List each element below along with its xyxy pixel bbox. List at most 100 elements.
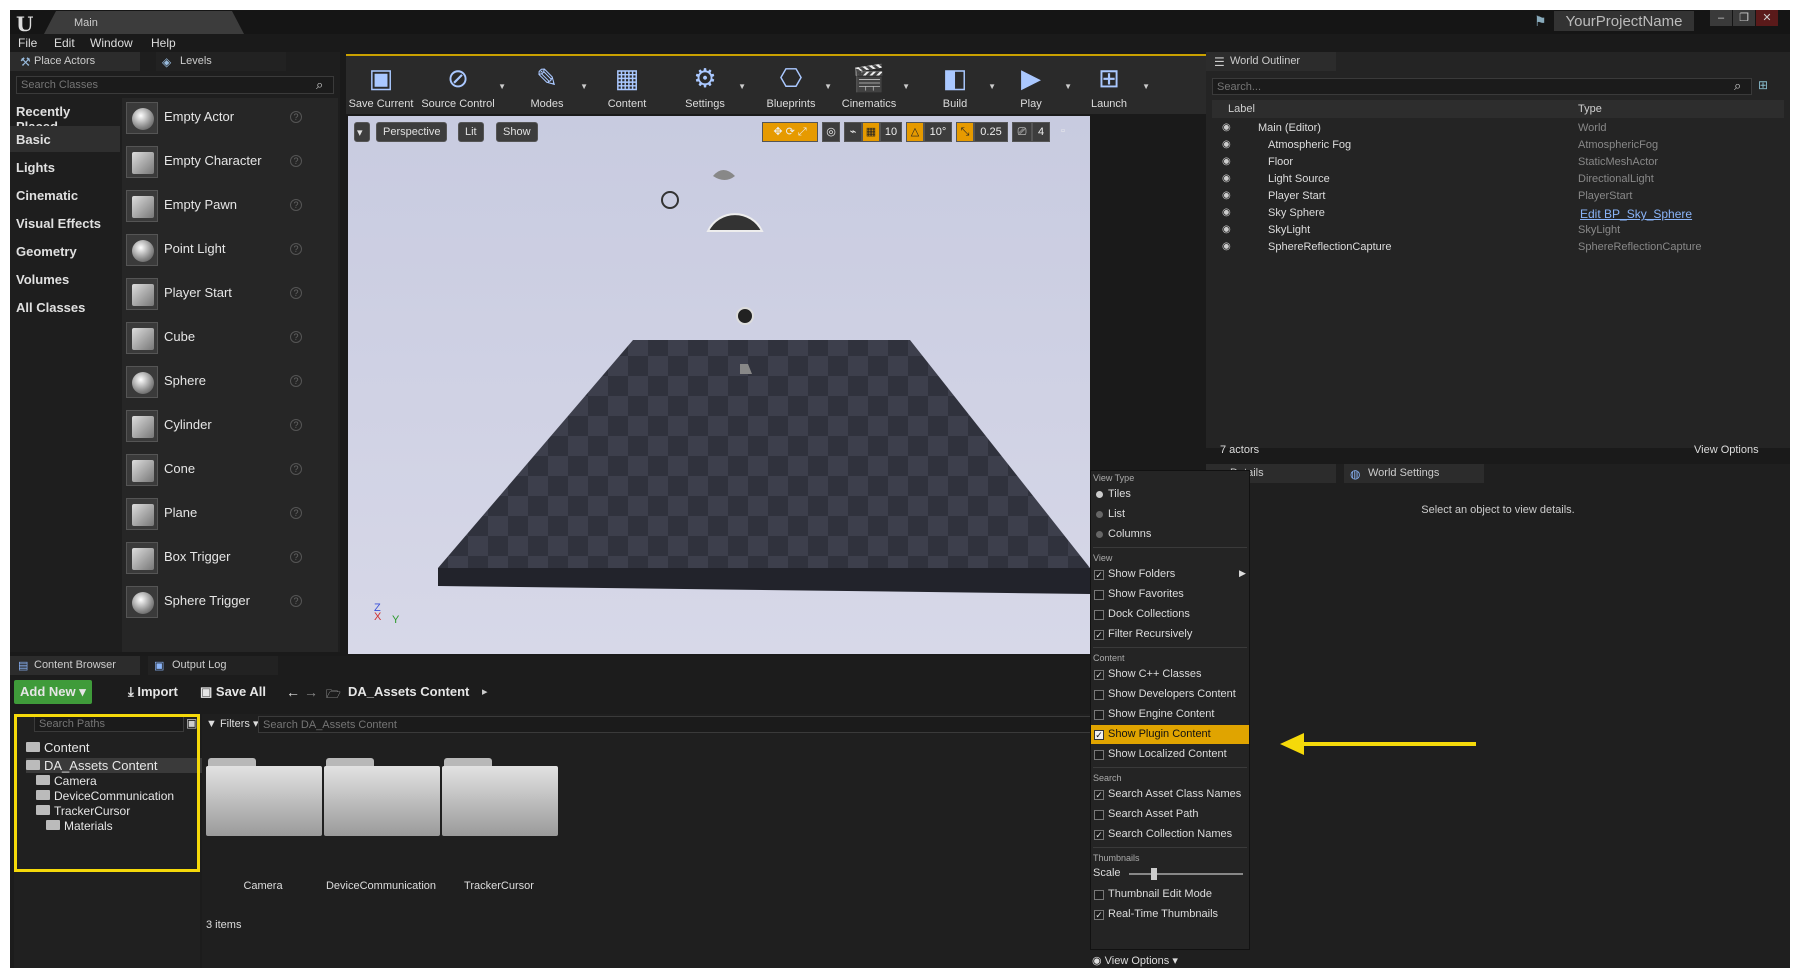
actor-plane[interactable]: Plane?	[122, 494, 307, 532]
grid-snap-icon[interactable]: ▦	[862, 122, 880, 142]
actor-box-trigger[interactable]: Box Trigger?	[122, 538, 307, 576]
actor-player-start[interactable]: Player Start?	[122, 274, 307, 312]
category-lights[interactable]: Lights	[10, 154, 120, 180]
scale-snap-value[interactable]: 0.25	[974, 122, 1008, 142]
search-collection-names-option[interactable]: ✓ Search Collection Names	[1091, 825, 1249, 844]
grid-size-value[interactable]: 10	[880, 122, 902, 142]
outliner-row[interactable]: ◉ Sky Sphere Edit BP_Sky_Sphere	[1212, 205, 1782, 222]
category-all-classes[interactable]: All Classes	[10, 294, 120, 320]
menu-window[interactable]: Window	[90, 36, 133, 50]
dropdown-arrow-icon[interactable]: ▼	[498, 82, 506, 91]
help-icon[interactable]: ?	[290, 463, 302, 475]
actor-cylinder[interactable]: Cylinder?	[122, 406, 307, 444]
feedback-flag-icon[interactable]: ⚑	[1534, 13, 1547, 30]
dropdown-arrow-icon[interactable]: ▼	[1142, 82, 1150, 91]
outliner-row[interactable]: ◉ SphereReflectionCapture SphereReflection…	[1212, 239, 1782, 256]
outliner-row[interactable]: ◉ Main (Editor) World	[1212, 120, 1782, 137]
real-time-thumbnails-option[interactable]: ✓ Real-Time Thumbnails	[1091, 905, 1249, 924]
outliner-row[interactable]: ◉ Light Source DirectionalLight	[1212, 171, 1782, 188]
world-local-icon[interactable]: ◎	[822, 122, 840, 142]
content-view-options-button[interactable]: ◉ View Options ▾	[1092, 954, 1178, 967]
outliner-row[interactable]: ◉ SkyLight SkyLight	[1212, 222, 1782, 239]
visibility-eye-icon[interactable]: ◉	[1222, 122, 1231, 133]
folder-camera[interactable]	[204, 758, 322, 838]
maximize-viewport-icon[interactable]: ▫	[1056, 122, 1070, 142]
visibility-eye-icon[interactable]: ◉	[1222, 241, 1231, 252]
outliner-search-input[interactable]	[1212, 78, 1752, 95]
dropdown-arrow-icon[interactable]: ▼	[988, 82, 996, 91]
transform-tools[interactable]: ✥ ⟳ ⤢	[762, 122, 818, 142]
content-button[interactable]: ▦ Content	[594, 60, 660, 112]
help-icon[interactable]: ?	[290, 375, 302, 387]
actor-cone[interactable]: Cone?	[122, 450, 307, 488]
actor-point-light[interactable]: Point Light?	[122, 230, 307, 268]
surface-snap-icon[interactable]: ⌁	[844, 122, 862, 142]
category-cinematic[interactable]: Cinematic	[10, 182, 120, 208]
dropdown-arrow-icon[interactable]: ▼	[902, 82, 910, 91]
search-classes-input[interactable]	[16, 76, 334, 94]
show-developers-content-option[interactable]: Show Developers Content	[1091, 685, 1249, 704]
category-visual-effects[interactable]: Visual Effects	[10, 210, 120, 236]
play-button[interactable]: ▶ Play ▼	[998, 60, 1072, 112]
perspective-button[interactable]: Perspective	[376, 122, 448, 142]
forward-arrow-icon[interactable]: →	[304, 684, 318, 700]
dock-collections-option[interactable]: Dock Collections	[1091, 605, 1249, 624]
scale-slider-thumb[interactable]	[1150, 868, 1157, 880]
actor-sphere[interactable]: Sphere?	[122, 362, 307, 400]
search-asset-class-names-option[interactable]: ✓ Search Asset Class Names	[1091, 785, 1249, 804]
column-label[interactable]: Label	[1228, 103, 1255, 115]
path-arrow-icon[interactable]: ▸	[482, 685, 488, 698]
visibility-eye-icon[interactable]: ◉	[1222, 190, 1231, 201]
viewport-menu-button[interactable]: ▾	[354, 122, 370, 142]
help-icon[interactable]: ?	[290, 331, 302, 343]
help-icon[interactable]: ?	[290, 419, 302, 431]
dropdown-arrow-icon[interactable]: ▼	[580, 82, 588, 91]
save-all-button[interactable]: ▣ Save All	[194, 680, 272, 704]
show-cpp-classes-option[interactable]: ✓ Show C++ Classes	[1091, 665, 1249, 684]
thumbnail-edit-mode-option[interactable]: Thumbnail Edit Mode	[1091, 885, 1249, 904]
add-filter-icon[interactable]: ⊞	[1758, 78, 1768, 92]
atmospheric-fog-icon[interactable]	[713, 170, 735, 180]
folder-tracker-cursor[interactable]	[440, 758, 558, 838]
show-localized-content-option[interactable]: Show Localized Content	[1091, 745, 1249, 764]
outliner-row[interactable]: ◉ Atmospheric Fog AtmosphericFog	[1212, 137, 1782, 154]
back-arrow-icon[interactable]: ←	[286, 684, 300, 700]
actor-sphere-trigger[interactable]: Sphere Trigger?	[122, 582, 307, 620]
column-type[interactable]: Type	[1578, 103, 1602, 115]
camera-speed-value[interactable]: 4	[1032, 122, 1050, 142]
scale-slider[interactable]	[1129, 868, 1243, 880]
folder-device-communication[interactable]	[322, 758, 440, 838]
settings-button[interactable]: ⚙ Settings ▼	[672, 60, 746, 112]
help-icon[interactable]: ?	[290, 199, 302, 211]
tab-world-outliner[interactable]: World Outliner	[1206, 52, 1336, 71]
sky-sphere-icon[interactable]	[706, 213, 764, 232]
add-new-button[interactable]: Add New ▾	[14, 680, 92, 704]
filters-button[interactable]: ▼ Filters ▾	[206, 717, 258, 730]
actor-empty-pawn[interactable]: Empty Pawn?	[122, 186, 307, 224]
modes-button[interactable]: ✎ Modes ▼	[514, 60, 588, 112]
visibility-eye-icon[interactable]: ◉	[1222, 156, 1231, 167]
category-volumes[interactable]: Volumes	[10, 266, 120, 292]
rotation-snap-icon[interactable]: △	[906, 122, 924, 142]
show-engine-content-option[interactable]: Show Engine Content	[1091, 705, 1249, 724]
visibility-eye-icon[interactable]: ◉	[1222, 207, 1231, 218]
lit-button[interactable]: Lit	[458, 122, 484, 142]
tab-world-settings[interactable]: World Settings	[1344, 464, 1484, 483]
level-viewport[interactable]: ▾ Perspective Lit Show ✥ ⟳ ⤢ ◎ ⌁ ▦ 10 △ …	[348, 116, 1090, 654]
view-type-columns[interactable]: Columns	[1091, 525, 1249, 544]
rotation-snap-value[interactable]: 10°	[924, 122, 952, 142]
help-icon[interactable]: ?	[290, 111, 302, 123]
search-asset-path-option[interactable]: Search Asset Path	[1091, 805, 1249, 824]
visibility-eye-icon[interactable]: ◉	[1222, 139, 1231, 150]
show-button[interactable]: Show	[496, 122, 538, 142]
outliner-row[interactable]: ◉ Player Start PlayerStart	[1212, 188, 1782, 205]
help-icon[interactable]: ?	[290, 551, 302, 563]
help-icon[interactable]: ?	[290, 287, 302, 299]
dropdown-arrow-icon[interactable]: ▼	[1064, 82, 1072, 91]
outliner-row[interactable]: ◉ Floor StaticMeshActor	[1212, 154, 1782, 171]
reflection-capture-icon[interactable]	[736, 307, 754, 325]
help-icon[interactable]: ?	[290, 507, 302, 519]
dropdown-arrow-icon[interactable]: ▼	[824, 82, 832, 91]
show-favorites-option[interactable]: Show Favorites	[1091, 585, 1249, 604]
save-current-button[interactable]: ▣ Save Current	[348, 60, 414, 112]
